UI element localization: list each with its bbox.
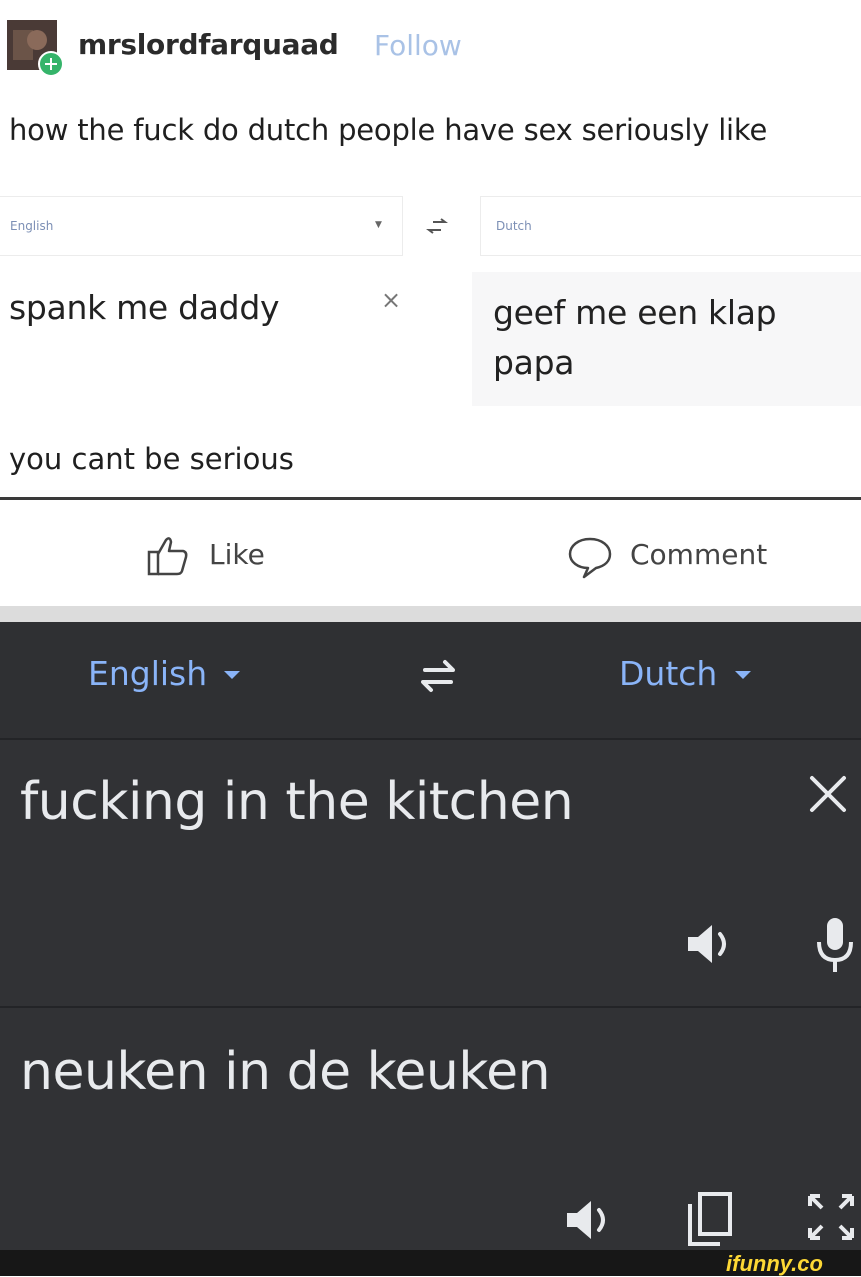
divider bbox=[0, 497, 861, 500]
copy-icon[interactable] bbox=[686, 1190, 734, 1252]
fullscreen-icon[interactable] bbox=[806, 1192, 856, 1246]
target-language-button[interactable]: Dutch bbox=[619, 654, 717, 693]
translation-output: neuken in de keuken bbox=[20, 1042, 551, 1102]
swap-languages-icon[interactable] bbox=[415, 656, 461, 700]
divider bbox=[0, 1006, 861, 1008]
mini-source-text: spank me daddy bbox=[9, 288, 280, 327]
mini-translation-text: geef me een klap papa bbox=[493, 293, 777, 382]
comment-icon[interactable] bbox=[566, 535, 614, 583]
mic-icon[interactable] bbox=[815, 916, 855, 978]
avatar[interactable] bbox=[7, 20, 65, 77]
panel-divider bbox=[0, 606, 861, 622]
comment-button[interactable]: Comment bbox=[630, 538, 767, 571]
mini-clear-icon[interactable]: × bbox=[381, 286, 401, 314]
divider bbox=[0, 738, 861, 740]
close-icon[interactable] bbox=[808, 774, 848, 818]
post-text: how the fuck do dutch people have sex se… bbox=[9, 113, 768, 147]
speaker-icon[interactable] bbox=[565, 1198, 617, 1246]
follow-button[interactable]: Follow bbox=[374, 29, 462, 62]
like-icon[interactable] bbox=[147, 534, 189, 582]
mini-target-lang-select[interactable] bbox=[480, 196, 861, 256]
username[interactable]: mrslordfarquaad bbox=[78, 28, 339, 61]
chevron-down-icon[interactable] bbox=[222, 666, 242, 685]
post-follow-up-text: you cant be serious bbox=[9, 442, 294, 476]
mini-swap-icon[interactable] bbox=[425, 218, 449, 238]
source-input[interactable]: fucking in the kitchen bbox=[20, 772, 574, 832]
mini-source-lang-label: English bbox=[10, 219, 54, 233]
mini-target-lang-label: Dutch bbox=[496, 219, 532, 233]
mini-source-lang-select[interactable] bbox=[0, 196, 403, 256]
chevron-down-icon[interactable] bbox=[733, 666, 753, 685]
source-language-button[interactable]: English bbox=[88, 654, 207, 693]
watermark-logo: ifunny.co bbox=[726, 1251, 823, 1276]
speaker-icon[interactable] bbox=[686, 922, 738, 970]
mini-dropdown-arrow-icon: ▼ bbox=[375, 220, 382, 230]
like-button[interactable]: Like bbox=[209, 538, 265, 571]
